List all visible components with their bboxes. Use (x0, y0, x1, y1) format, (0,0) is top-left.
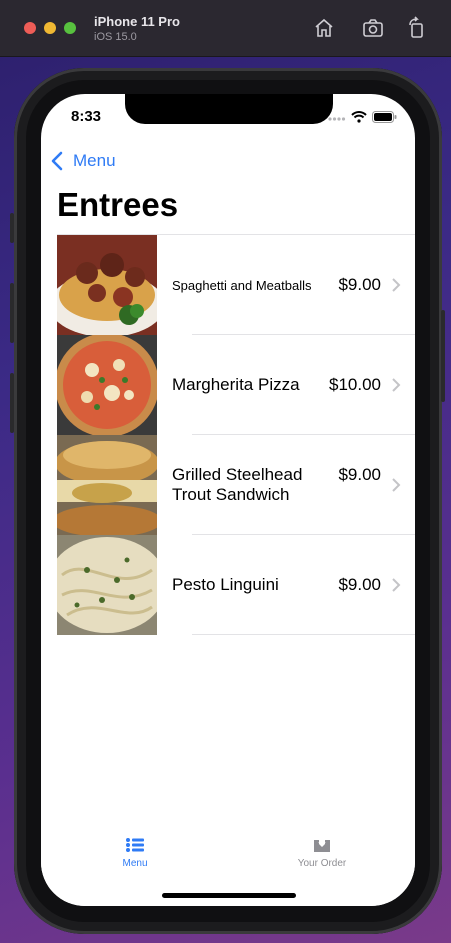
volume-up-button (10, 283, 14, 343)
home-indicator[interactable] (162, 893, 296, 898)
phone-screen: 8:33 Menu Entrees Spaghetti and Meatball… (41, 94, 415, 906)
status-time: 8:33 (71, 108, 102, 125)
cellular-signal-icon (328, 110, 346, 128)
item-name: Pesto Linguini (172, 575, 279, 594)
wifi-icon (351, 110, 367, 128)
item-name: Grilled Steelhead Trout Sandwich (172, 465, 303, 504)
list-item[interactable]: Margherita Pizza $10.00 (57, 335, 415, 435)
item-price: $9.00 (338, 465, 381, 484)
spaghetti-meatballs-image (57, 235, 157, 335)
battery-icon (372, 110, 397, 128)
item-price: $10.00 (329, 375, 381, 394)
chevron-right-icon (392, 578, 401, 592)
tray-icon (314, 838, 330, 852)
item-name: Spaghetti and Meatballs (172, 277, 312, 293)
pesto-linguini-image (57, 535, 157, 635)
entree-list: Spaghetti and Meatballs $9.00 Margherita… (57, 234, 415, 635)
back-button[interactable]: Menu (49, 150, 116, 172)
rotate-icon[interactable] (405, 16, 429, 40)
minimize-window-button[interactable] (44, 22, 56, 34)
item-price: $9.00 (338, 275, 381, 294)
chevron-right-icon (392, 378, 401, 392)
volume-down-button (10, 373, 14, 433)
screenshot-icon[interactable] (361, 16, 385, 40)
close-window-button[interactable] (24, 22, 36, 34)
chevron-left-icon (51, 151, 63, 171)
item-name: Margherita Pizza (172, 375, 300, 394)
status-indicators (328, 110, 397, 128)
list-icon (126, 838, 144, 852)
tab-bar: Menu Your Order (41, 822, 415, 906)
tab-menu-label: Menu (122, 858, 148, 869)
page-title: Entrees (57, 186, 179, 223)
back-button-label: Menu (73, 151, 116, 170)
chevron-right-icon (392, 278, 401, 292)
simulator-device-name: iPhone 11 Pro (94, 14, 180, 29)
item-price: $9.00 (338, 575, 381, 594)
list-item[interactable]: Pesto Linguini $9.00 (57, 535, 415, 635)
chevron-right-icon (392, 478, 401, 492)
tab-menu[interactable]: Menu (75, 836, 195, 869)
margherita-pizza-image (57, 335, 157, 435)
home-icon[interactable] (312, 16, 336, 40)
simulator-title-bar: iPhone 11 Pro iOS 15.0 (0, 0, 451, 57)
notch (125, 94, 333, 124)
list-item[interactable]: Grilled Steelhead Trout Sandwich $9.00 (57, 435, 415, 535)
trout-sandwich-image (57, 435, 157, 535)
list-item[interactable]: Spaghetti and Meatballs $9.00 (57, 235, 415, 335)
tab-your-order[interactable]: Your Order (262, 836, 382, 869)
simulator-os-version: iOS 15.0 (94, 31, 137, 43)
zoom-window-button[interactable] (64, 22, 76, 34)
silent-switch (10, 213, 14, 243)
tab-your-order-label: Your Order (297, 858, 347, 869)
side-button (441, 310, 445, 402)
